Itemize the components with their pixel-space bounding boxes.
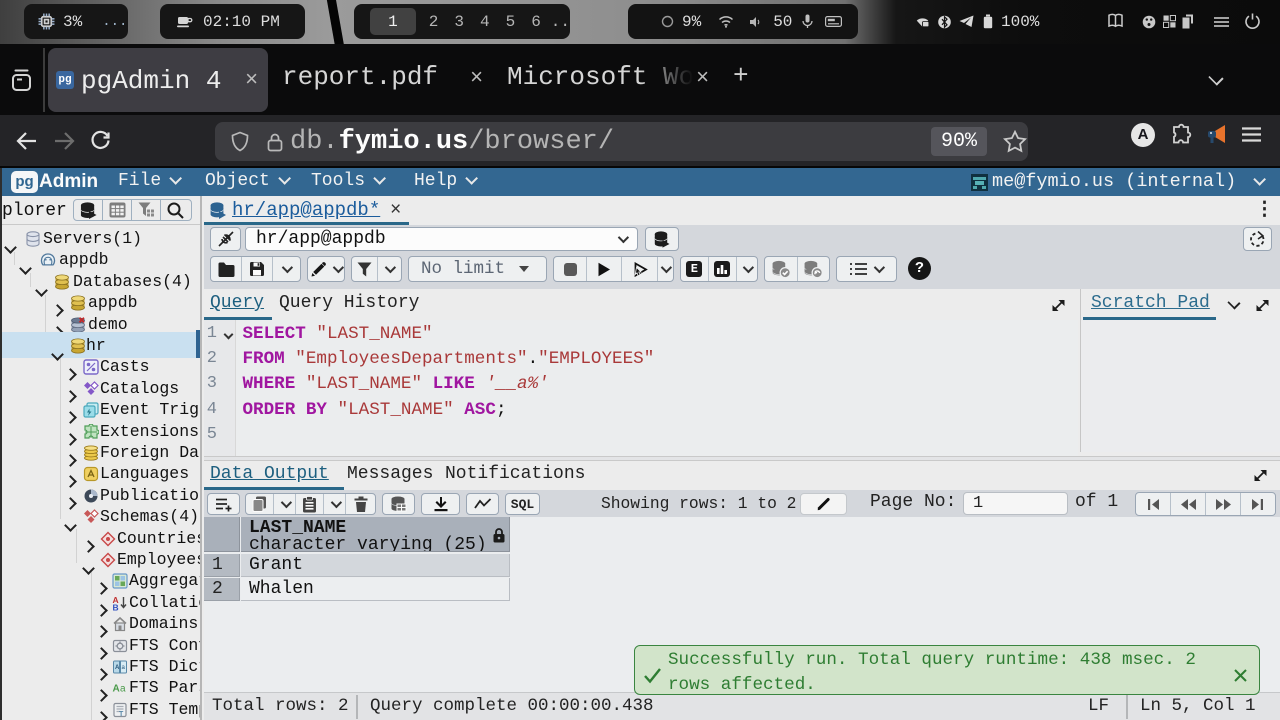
svg-text:a: a <box>120 684 126 695</box>
svg-text:A: A <box>115 665 120 671</box>
svg-text:B: B <box>113 602 119 611</box>
svg-text:T: T <box>119 711 124 718</box>
svg-text:A: A <box>113 684 120 695</box>
